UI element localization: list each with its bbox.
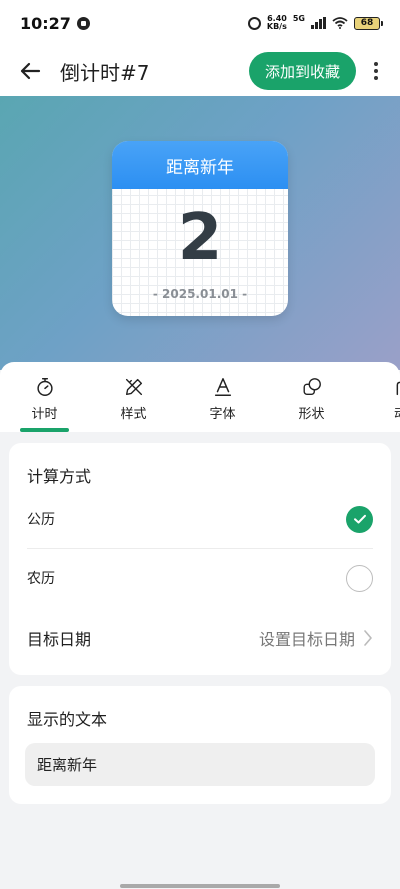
tab-timer[interactable]: 计时 bbox=[0, 362, 89, 432]
animation-icon bbox=[396, 379, 400, 396]
status-time: 10:27 bbox=[20, 13, 71, 33]
display-text-title: 显示的文本 bbox=[27, 710, 108, 729]
option-label: 农历 bbox=[27, 571, 55, 587]
add-to-favorites-button[interactable]: 添加到收藏 bbox=[248, 52, 356, 90]
tab-font[interactable]: 字体 bbox=[178, 362, 267, 432]
option-lunar[interactable]: 农历 bbox=[27, 549, 373, 607]
battery-icon: 68 bbox=[354, 16, 383, 30]
app-icon bbox=[76, 16, 90, 30]
widget-date: - 2025.01.01 - bbox=[152, 287, 248, 301]
tab-animation[interactable]: 动 bbox=[356, 362, 400, 432]
widget-preview-area: 距离新年 2 - 2025.01.01 - bbox=[0, 96, 400, 370]
status-left: 10:27 bbox=[20, 14, 90, 33]
status-bar: 10:27 6.40 KB/s 5G 68 bbox=[0, 0, 400, 46]
shapes-icon bbox=[303, 378, 321, 396]
option-gregorian[interactable]: 公历 bbox=[27, 490, 373, 548]
target-date-label: 目标日期 bbox=[27, 630, 92, 649]
tab-label: 计时 bbox=[31, 407, 58, 422]
net-speed: 6.40 KB/s bbox=[267, 15, 287, 31]
alarm-icon bbox=[247, 16, 261, 30]
unchecked-radio-icon[interactable] bbox=[346, 564, 373, 592]
chevron-right-icon bbox=[364, 630, 372, 646]
widget-number: 2 bbox=[177, 201, 223, 275]
target-date-placeholder: 设置目标日期 bbox=[258, 630, 355, 649]
wifi-icon bbox=[332, 17, 348, 29]
page-title: 倒计时#7 bbox=[60, 60, 150, 85]
target-date-row[interactable]: 目标日期 设置目标日期 bbox=[27, 609, 373, 667]
home-indicator[interactable] bbox=[120, 884, 280, 888]
checked-icon[interactable] bbox=[346, 505, 373, 533]
font-a-icon bbox=[214, 378, 231, 396]
pencil-ruler-icon bbox=[125, 378, 142, 396]
net-speed-unit: KB/s bbox=[266, 22, 287, 31]
option-label: 公历 bbox=[27, 512, 55, 528]
countdown-widget-preview: 距离新年 2 - 2025.01.01 - bbox=[112, 141, 288, 316]
display-text-input[interactable] bbox=[25, 743, 375, 786]
back-arrow-icon bbox=[20, 62, 41, 80]
display-text-card: 显示的文本 bbox=[9, 686, 391, 804]
calculation-card: 计算方式 公历 农历 目标日期 设置目标日期 bbox=[9, 443, 391, 675]
more-vertical-icon[interactable] bbox=[364, 56, 388, 86]
tab-label: 字体 bbox=[209, 407, 236, 422]
signal-icon bbox=[311, 17, 326, 29]
target-date-value: 设置目标日期 bbox=[259, 626, 373, 650]
app-bar: 倒计时#7 添加到收藏 bbox=[0, 46, 400, 96]
network-type: 5G bbox=[292, 13, 305, 23]
status-right: 6.40 KB/s 5G 68 bbox=[247, 13, 383, 31]
tab-label: 形状 bbox=[298, 407, 325, 422]
back-button[interactable] bbox=[16, 57, 44, 85]
calc-title: 计算方式 bbox=[27, 467, 92, 486]
tab-label: 样式 bbox=[120, 407, 147, 422]
tab-label: 动 bbox=[394, 403, 400, 422]
settings-tab-bar: 计时 样式 字体 形状 动 bbox=[0, 362, 400, 432]
widget-header: 距离新年 bbox=[112, 141, 288, 189]
stopwatch-icon bbox=[36, 378, 53, 396]
tab-shape[interactable]: 形状 bbox=[267, 362, 356, 432]
tab-style[interactable]: 样式 bbox=[89, 362, 178, 432]
